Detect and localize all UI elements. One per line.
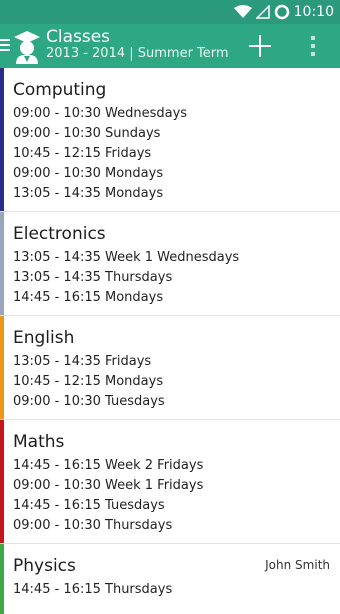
class-card-computing[interactable]: Computing 09:00 - 10:30 Wednesdays 09:00… bbox=[0, 68, 340, 212]
class-slot: 09:00 - 10:30 Week 1 Fridays bbox=[13, 478, 204, 493]
status-time: 10:10 bbox=[293, 4, 334, 20]
overflow-menu-button[interactable] bbox=[306, 34, 320, 58]
class-slot: 09:00 - 10:30 Sundays bbox=[13, 126, 161, 141]
class-slot: 13:05 - 14:35 Thursdays bbox=[13, 270, 173, 285]
app-bar: Classes 2013 - 2014 | Summer Term bbox=[0, 24, 340, 68]
class-slot: 13:05 - 14:35 Week 1 Wednesdays bbox=[13, 250, 240, 265]
class-slot: 14:45 - 16:15 Tuesdays bbox=[13, 498, 165, 513]
class-list: Computing 09:00 - 10:30 Wednesdays 09:00… bbox=[0, 68, 340, 614]
class-card-electronics[interactable]: Electronics 13:05 - 14:35 Week 1 Wednesd… bbox=[0, 212, 340, 316]
class-color-bar bbox=[0, 68, 4, 211]
class-slot: 09:00 - 10:30 Wednesdays bbox=[13, 106, 188, 121]
class-slot: 14:45 - 16:15 Week 2 Fridays bbox=[13, 458, 204, 473]
class-slot: 10:45 - 12:15 Fridays bbox=[13, 146, 152, 161]
circle-status-icon bbox=[274, 4, 290, 20]
class-slot: 09:00 - 10:30 Thursdays bbox=[13, 518, 173, 533]
class-name: Computing bbox=[13, 80, 107, 100]
teacher-name: John Smith bbox=[265, 558, 330, 572]
class-color-bar bbox=[0, 420, 4, 543]
class-slot: 14:45 - 16:15 Thursdays bbox=[13, 582, 173, 597]
class-slot: 14:45 - 16:15 Mondays bbox=[13, 290, 164, 305]
wifi-icon bbox=[233, 5, 252, 19]
class-slot: 10:45 - 12:15 Mondays bbox=[13, 374, 164, 389]
class-name: English bbox=[13, 328, 75, 348]
class-color-bar bbox=[0, 212, 4, 315]
class-name: Electronics bbox=[13, 224, 106, 244]
page-title: Classes bbox=[46, 27, 111, 47]
class-card-english[interactable]: English 13:05 - 14:35 Fridays 10:45 - 12… bbox=[0, 316, 340, 420]
class-slot: 13:05 - 14:35 Fridays bbox=[13, 354, 152, 369]
plus-icon bbox=[249, 35, 271, 57]
add-class-button[interactable] bbox=[246, 32, 274, 60]
term-subtitle[interactable]: 2013 - 2014 | Summer Term bbox=[46, 46, 229, 62]
status-bar: 10:10 bbox=[0, 0, 340, 24]
signal-icon bbox=[255, 5, 270, 19]
class-slot: 09:00 - 10:30 Tuesdays bbox=[13, 394, 165, 409]
class-color-bar bbox=[0, 316, 4, 419]
graduate-logo-icon[interactable] bbox=[12, 28, 42, 64]
drawer-menu-icon[interactable] bbox=[0, 37, 10, 53]
class-name: Maths bbox=[13, 432, 65, 452]
class-slot: 13:05 - 14:35 Mondays bbox=[13, 186, 164, 201]
class-card-maths[interactable]: Maths 14:45 - 16:15 Week 2 Fridays 09:00… bbox=[0, 420, 340, 544]
class-slot: 09:00 - 10:30 Mondays bbox=[13, 166, 164, 181]
